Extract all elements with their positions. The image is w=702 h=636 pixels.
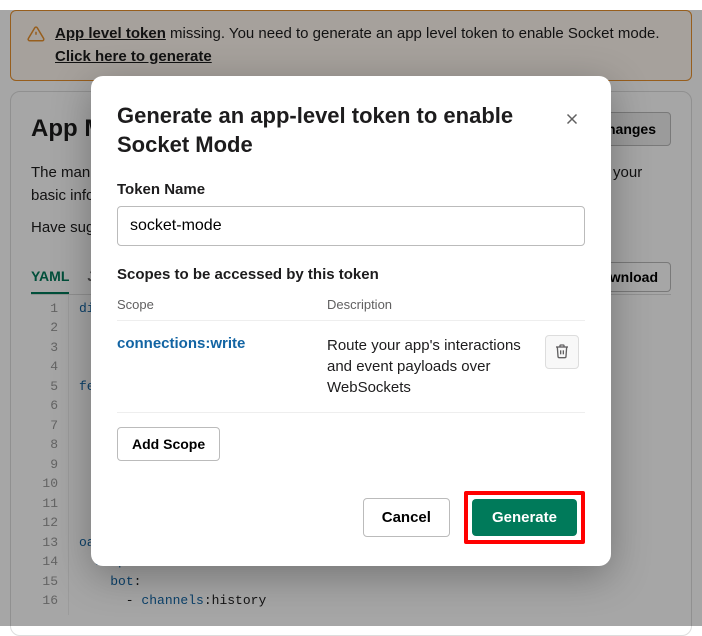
add-scope-button[interactable]: Add Scope — [117, 427, 220, 461]
modal-overlay: Generate an app-level token to enable So… — [0, 10, 702, 626]
modal-title: Generate an app-level token to enable So… — [117, 102, 539, 159]
scope-description: Route your app's interactions and event … — [327, 335, 545, 398]
generate-button[interactable]: Generate — [472, 499, 577, 536]
col-scope-header: Scope — [117, 297, 327, 312]
delete-scope-button[interactable] — [545, 335, 579, 369]
col-desc-header: Description — [327, 297, 545, 312]
modal: Generate an app-level token to enable So… — [91, 76, 611, 566]
cancel-button[interactable]: Cancel — [363, 498, 450, 537]
scope-name[interactable]: connections:write — [117, 335, 245, 352]
token-name-label: Token Name — [117, 181, 585, 198]
token-name-input[interactable] — [117, 206, 585, 246]
scopes-label: Scopes to be accessed by this token — [117, 266, 585, 283]
scope-row: connections:write Route your app's inter… — [117, 321, 585, 413]
close-icon — [563, 116, 581, 131]
trash-icon — [554, 343, 570, 362]
close-button[interactable] — [559, 106, 585, 135]
highlight-annotation: Generate — [464, 491, 585, 544]
